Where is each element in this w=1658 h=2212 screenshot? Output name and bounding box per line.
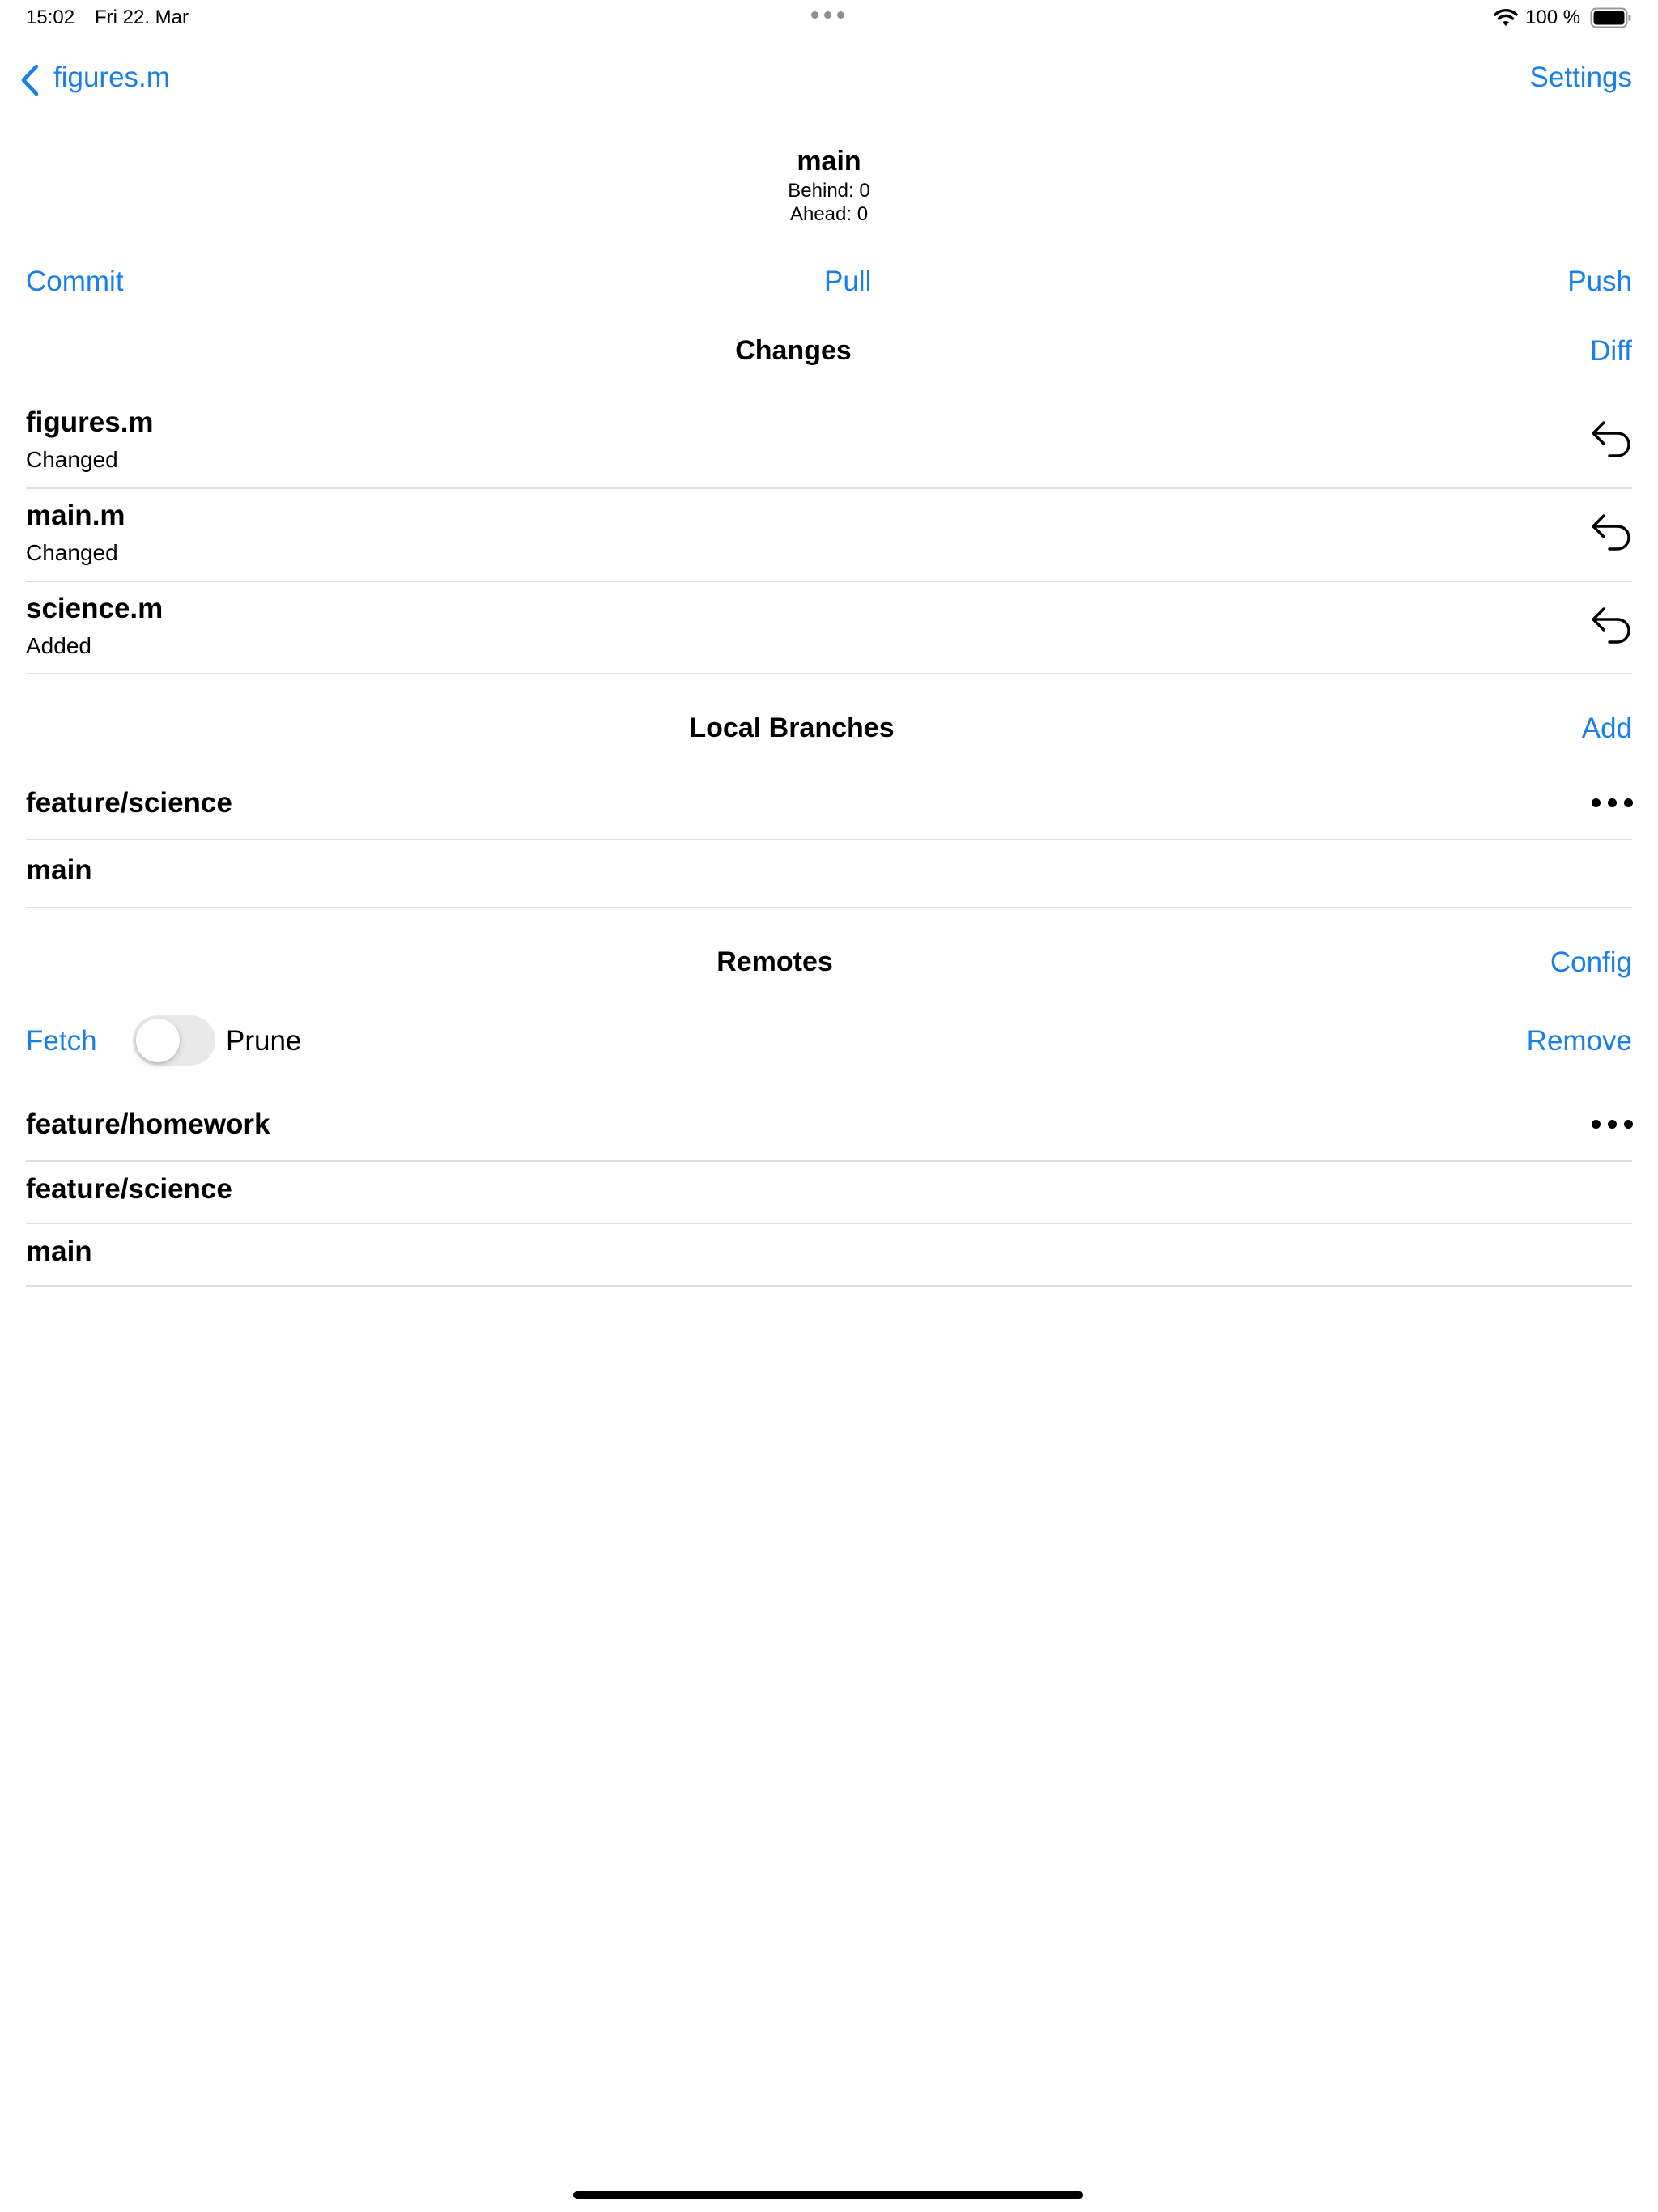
change-file-name[interactable]: science.m [26,593,163,625]
home-indicator[interactable] [573,2191,1083,2199]
row-divider [26,839,1632,840]
settings-button[interactable]: Settings [1530,62,1632,94]
remove-button[interactable]: Remove [1527,1025,1632,1057]
local-branch-item[interactable]: feature/science [26,787,232,819]
push-button[interactable]: Push [1567,266,1632,298]
revert-icon[interactable] [1590,606,1632,648]
battery-percentage: 100 % [1525,6,1581,28]
current-branch-name: main [797,146,861,177]
wifi-icon [1494,9,1518,26]
more-options-icon[interactable] [1592,1120,1634,1129]
remotes-section-title: Remotes [716,946,833,977]
back-chevron-icon[interactable] [19,63,40,97]
row-divider [26,907,1632,908]
fetch-button[interactable]: Fetch [26,1025,97,1057]
row-divider [26,581,1632,582]
status-time: 15:02 [26,6,75,28]
row-divider [26,1285,1632,1287]
revert-icon[interactable] [1590,419,1632,462]
change-status: Changed [26,447,118,472]
row-divider [26,1223,1632,1224]
pull-button[interactable]: Pull [824,266,871,298]
add-branch-button[interactable]: Add [1582,713,1632,745]
local-branch-item[interactable]: main [26,854,92,887]
change-file-name[interactable]: main.m [26,500,125,532]
remote-branch-item[interactable]: feature/homework [26,1108,270,1141]
behind-count: Behind: 0 [788,180,870,202]
multitasking-dots-icon[interactable] [811,11,847,19]
prune-toggle-knob [136,1019,180,1062]
battery-icon [1590,7,1631,28]
change-file-name[interactable]: figures.m [26,406,154,439]
remote-branch-item[interactable]: main [26,1236,92,1268]
row-divider [26,1160,1632,1162]
row-divider [26,673,1632,674]
commit-button[interactable]: Commit [26,266,124,298]
config-button[interactable]: Config [1550,946,1632,979]
remote-branch-item[interactable]: feature/science [26,1173,232,1206]
change-status: Changed [26,540,118,565]
revert-icon[interactable] [1590,513,1632,555]
changes-section-title: Changes [735,335,852,366]
prune-label: Prune [226,1025,302,1057]
change-status: Added [26,633,91,658]
row-divider [26,487,1632,489]
back-button[interactable]: figures.m [53,62,170,94]
ahead-count: Ahead: 0 [789,203,869,225]
more-options-icon[interactable] [1592,798,1634,808]
status-date: Fri 22. Mar [95,6,189,28]
prune-toggle[interactable] [133,1015,215,1066]
local-branches-section-title: Local Branches [689,713,895,743]
diff-button[interactable]: Diff [1590,335,1632,368]
